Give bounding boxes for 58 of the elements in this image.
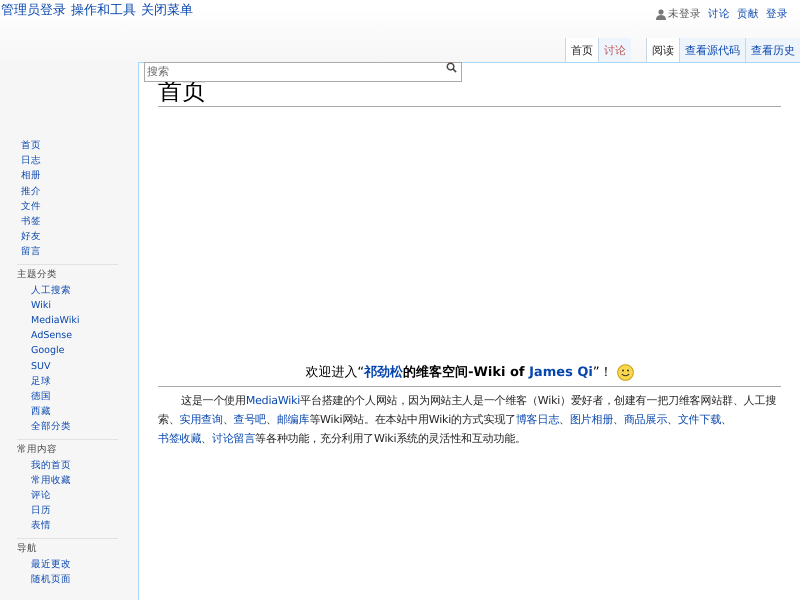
text-link[interactable]: 讨论留言 xyxy=(212,432,256,444)
text-link[interactable]: James Qi xyxy=(529,365,593,380)
sidebar-link[interactable]: 文件 xyxy=(21,198,41,214)
sidebar-link[interactable]: 书签 xyxy=(21,214,41,230)
page-tab[interactable]: 查看历史 xyxy=(745,38,800,62)
sidebar-link[interactable]: 留言 xyxy=(21,244,41,260)
sidebar-heading: 常用内容 xyxy=(17,442,58,457)
text-link[interactable]: 图片相册 xyxy=(570,412,614,426)
text-link[interactable]: 书签收藏 xyxy=(158,432,202,444)
page-tab[interactable]: 首页 xyxy=(565,38,598,62)
welcome-heading: 欢迎进入“祁劲松的维客空间-Wiki of James Qi”！ xyxy=(305,364,613,382)
sidebar-link[interactable]: 随机页面 xyxy=(31,572,71,588)
sidebar-link[interactable]: 日历 xyxy=(31,503,51,518)
sidebar-link[interactable]: 全部分类 xyxy=(31,419,71,435)
sidebar-heading: 导航 xyxy=(17,542,38,556)
sidebar-link[interactable]: 首页 xyxy=(21,138,41,154)
text-link[interactable]: 文件下载 xyxy=(678,412,722,426)
intro-paragraph: 这是一个使用MediaWiki平台搭建的个人网站，因为网站主人是一个维客（Wiki）爱好者，创建有一把刀维客网站群、人工搜索、实用查询、查号吧、邮编库等Wiki网站。在本站中用Wiki的方式实现了博客日志、图片相册、商品展示、文件下载、 书签收藏、讨论留言等各种功能，充分利用了Wiki系统的灵活性和互动功能。 xyxy=(158,392,778,446)
top-link[interactable]: 关闭菜单 xyxy=(141,1,193,20)
login-status: 未登录 xyxy=(668,7,701,22)
sidebar-link[interactable]: SUV xyxy=(31,358,50,374)
page-tab[interactable]: 阅读 xyxy=(646,38,679,62)
sidebar-link[interactable]: 常用收藏 xyxy=(31,472,71,488)
sidebar-link[interactable]: 相册 xyxy=(21,168,41,184)
text-link[interactable]: 博客日志 xyxy=(516,412,560,426)
smiley-icon xyxy=(616,364,634,382)
text-link[interactable]: MediaWiki xyxy=(246,394,300,406)
personal-link[interactable]: 讨论 xyxy=(708,7,730,23)
text-link[interactable]: 祁劲松 xyxy=(364,365,404,380)
sidebar-link[interactable]: 日志 xyxy=(21,153,41,168)
sidebar-link[interactable]: 人工搜索 xyxy=(31,282,71,298)
search-icon[interactable] xyxy=(446,62,457,73)
text-link[interactable]: 商品展示 xyxy=(624,412,668,426)
page-tab[interactable]: 讨论 xyxy=(598,38,631,62)
sidebar-link[interactable]: Google xyxy=(31,343,65,359)
sidebar-link[interactable]: 评论 xyxy=(31,488,51,504)
sidebar-link[interactable]: 我的首页 xyxy=(31,458,71,473)
sidebar-link[interactable]: 最近更改 xyxy=(31,556,71,572)
sidebar-link[interactable]: 德国 xyxy=(31,389,51,404)
personal-link[interactable]: 贡献 xyxy=(737,7,759,23)
sidebar-link[interactable]: Wiki xyxy=(31,298,51,314)
top-link[interactable]: 操作和工具 xyxy=(71,1,136,20)
top-link[interactable]: 管理员登录 xyxy=(1,1,66,20)
sidebar-heading: 主题分类 xyxy=(17,268,58,282)
sidebar-link[interactable]: 足球 xyxy=(31,374,51,390)
sidebar-link[interactable]: AdSense xyxy=(31,328,72,344)
sidebar-link[interactable]: MediaWiki xyxy=(31,313,80,328)
sidebar-link[interactable]: 西藏 xyxy=(31,404,51,420)
user-icon xyxy=(656,9,666,20)
sidebar-link[interactable]: 表情 xyxy=(31,518,51,534)
search-field[interactable]: 搜索 xyxy=(144,62,462,82)
personal-link[interactable]: 登录 xyxy=(766,7,788,23)
text-link[interactable]: 实用查询 xyxy=(180,412,223,426)
sidebar-link[interactable]: 好友 xyxy=(21,229,41,244)
text-link[interactable]: 邮编库 xyxy=(276,412,310,426)
page-tab[interactable]: 查看源代码 xyxy=(679,38,745,62)
sidebar-link[interactable]: 推介 xyxy=(21,184,41,199)
text-link[interactable]: 查号吧 xyxy=(234,412,266,426)
